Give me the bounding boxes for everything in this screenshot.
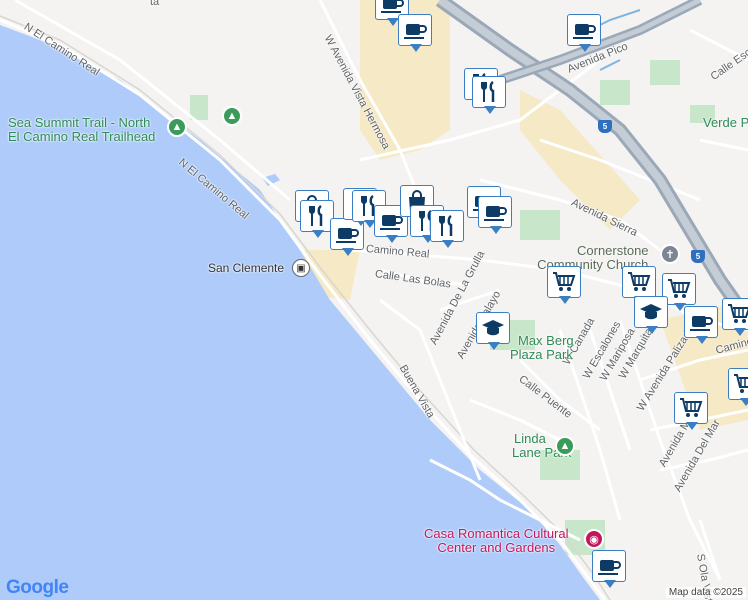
restaurant-icon (300, 200, 334, 232)
highway-5-shield-icon-2: 5 (691, 250, 705, 263)
marker-pointer (579, 44, 591, 52)
map-attribution: Map data ©2025 (665, 587, 746, 598)
marker-pointer (484, 106, 496, 114)
sea-summit-line1: Sea Summit Trail - North (8, 115, 151, 130)
marker-pointer (740, 398, 748, 406)
church-icon[interactable]: ✝ (660, 244, 680, 264)
grocery-icon (622, 266, 656, 298)
cafe-marker[interactable] (684, 306, 720, 346)
marker-pointer (646, 326, 658, 334)
museum-icon[interactable]: ◉ (584, 529, 604, 549)
linda-lane-park-tree-icon[interactable]: ▲ (555, 436, 575, 456)
grocery-icon (722, 298, 748, 330)
marker-pointer (559, 296, 571, 304)
restaurant-marker[interactable] (472, 76, 508, 116)
marker-pointer (488, 342, 500, 350)
marker-pointer (386, 235, 398, 243)
grocery-marker[interactable] (547, 266, 583, 306)
marker-pointer (734, 328, 746, 336)
highway-5-shield-icon: 5 (598, 120, 612, 133)
train-station-icon[interactable]: ▣ (292, 259, 310, 277)
google-logo: Google (6, 577, 69, 599)
sea-summit-line2: El Camino Real Trailhead (8, 129, 156, 144)
restaurant-icon (472, 76, 506, 108)
google-logo-text: Google (6, 577, 69, 598)
casa-line2: Center and Gardens (437, 540, 556, 555)
school-marker[interactable] (476, 312, 512, 352)
marker-pointer (312, 230, 324, 238)
map-view[interactable]: N El Camino Real N El Camino Real W Aven… (0, 0, 748, 600)
cornerstone-line1: Cornerstone (577, 243, 649, 258)
restaurant-marker[interactable] (430, 210, 466, 250)
marker-pointer (442, 240, 454, 248)
casa-romantica-label[interactable]: Casa Romantica Cultural Center and Garde… (424, 527, 569, 555)
marker-pointer (490, 226, 502, 234)
grocery-marker[interactable] (728, 368, 748, 408)
trail-tree-icon[interactable]: ▲ (167, 117, 187, 137)
marker-pointer (696, 336, 708, 344)
casa-line1: Casa Romantica Cultural (424, 526, 569, 541)
marker-pointer (410, 44, 422, 52)
marker-pointer (686, 422, 698, 430)
grocery-icon (728, 368, 748, 400)
grocery-icon (547, 266, 581, 298)
marker-pointer (604, 580, 616, 588)
max-berg-line2: Plaza Park (510, 347, 573, 362)
max-berg-line1: Max Berg (518, 333, 574, 348)
cafe-marker[interactable] (398, 14, 434, 54)
cafe-marker[interactable] (567, 14, 603, 54)
cafe-icon (684, 306, 718, 338)
cafe-marker[interactable] (478, 196, 514, 236)
san-clemente-station-label[interactable]: San Clemente (208, 262, 284, 274)
verde-park-label[interactable]: Verde Park (703, 116, 748, 130)
cafe-icon (567, 14, 601, 46)
grocery-marker[interactable] (722, 298, 748, 338)
sea-summit-trail-label[interactable]: Sea Summit Trail - North El Camino Real … (8, 116, 155, 144)
max-berg-plaza-park-label[interactable]: Max Berg Plaza Park (510, 334, 574, 362)
marker-pointer (342, 248, 354, 256)
school-icon (476, 312, 510, 344)
grocery-icon (674, 392, 708, 424)
cafe-icon (478, 196, 512, 228)
school-icon (634, 296, 668, 328)
grocery-marker[interactable] (674, 392, 710, 432)
park-tree-icon[interactable]: ▲ (222, 106, 242, 126)
school-marker[interactable] (634, 296, 670, 336)
restaurant-icon (430, 210, 464, 242)
cafe-marker[interactable] (592, 550, 628, 590)
partial-label-top: ta (150, 0, 160, 8)
cafe-icon (398, 14, 432, 46)
cafe-icon (592, 550, 626, 582)
